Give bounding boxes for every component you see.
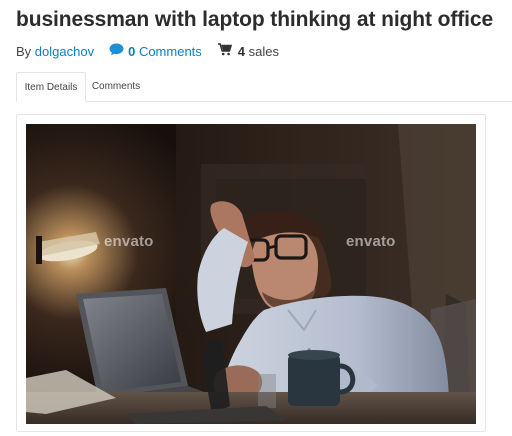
watermark-envato-right: envato (346, 233, 396, 250)
sales-count: 4 (237, 43, 246, 59)
cart-icon (217, 43, 232, 59)
watermark-envato-left: envato (104, 233, 154, 250)
preview-photo-svg (26, 124, 476, 424)
sales-label: sales (248, 43, 280, 59)
comments-link[interactable]: 0 Comments (128, 44, 202, 59)
comments-label: Comments (138, 43, 202, 59)
item-tabs: Item Details Comments (16, 72, 512, 102)
comments-count: 0 (128, 43, 136, 59)
item-preview-image[interactable]: envato envato (26, 124, 476, 424)
item-meta: By dolgachov 0 Comments 4 sales (16, 43, 279, 59)
tab-comments[interactable]: Comments (88, 72, 144, 101)
author-link[interactable]: dolgachov (35, 44, 94, 59)
by-label: By (16, 43, 32, 59)
tab-item-details[interactable]: Item Details (16, 72, 86, 102)
comment-icon (109, 43, 124, 59)
item-title: businessman with laptop thinking at nigh… (16, 8, 494, 31)
